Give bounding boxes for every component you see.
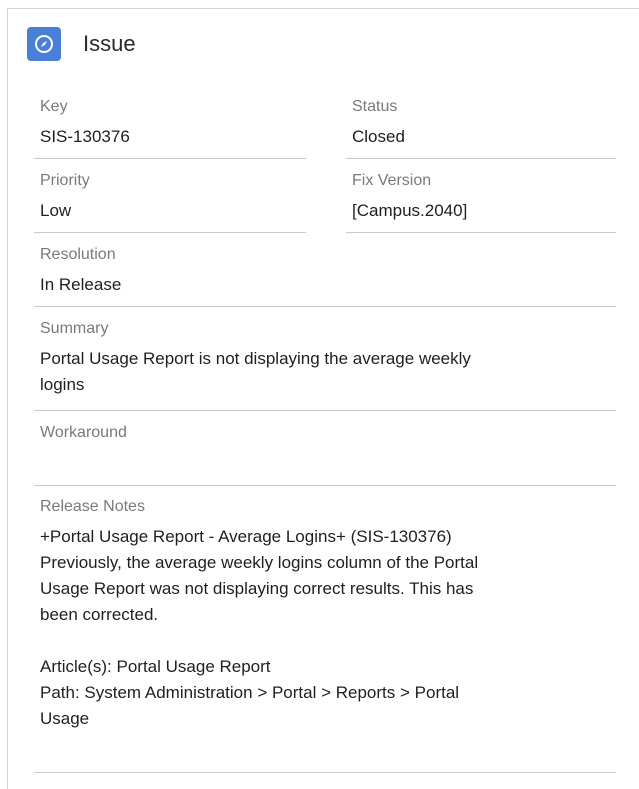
priority-field: Priority Low bbox=[40, 170, 306, 224]
priority-label: Priority bbox=[40, 172, 90, 189]
workaround-field: Workaround bbox=[40, 422, 616, 450]
key-field: Key SIS-130376 bbox=[40, 96, 306, 150]
divider bbox=[346, 232, 616, 233]
resolution-label: Resolution bbox=[40, 246, 116, 263]
summary-value: Portal Usage Report is not displaying th… bbox=[40, 349, 471, 394]
workaround-label: Workaround bbox=[40, 424, 127, 441]
status-label: Status bbox=[352, 98, 398, 115]
compass-icon bbox=[27, 27, 61, 61]
resolution-value: In Release bbox=[40, 275, 122, 294]
divider bbox=[34, 485, 616, 486]
divider bbox=[34, 410, 616, 411]
divider bbox=[34, 232, 306, 233]
resolution-field: Resolution In Release bbox=[40, 244, 616, 298]
fix-version-value: [Campus.2040] bbox=[352, 201, 468, 220]
fix-version-field: Fix Version [Campus.2040] bbox=[352, 170, 616, 224]
status-value: Closed bbox=[352, 127, 405, 146]
release-notes-field: Release Notes +Portal Usage Report - Ave… bbox=[40, 496, 616, 732]
issue-title: Issue bbox=[83, 31, 136, 56]
divider bbox=[34, 158, 306, 159]
release-notes-label: Release Notes bbox=[40, 498, 145, 515]
divider bbox=[34, 306, 616, 307]
issue-header: Issue bbox=[27, 24, 136, 64]
status-field: Status Closed bbox=[352, 96, 616, 150]
divider bbox=[34, 772, 616, 773]
summary-label: Summary bbox=[40, 320, 109, 337]
fix-version-label: Fix Version bbox=[352, 172, 432, 189]
priority-value: Low bbox=[40, 201, 72, 220]
key-value: SIS-130376 bbox=[40, 127, 130, 146]
key-label: Key bbox=[40, 98, 68, 115]
summary-field: Summary Portal Usage Report is not displ… bbox=[40, 318, 616, 398]
divider bbox=[346, 158, 616, 159]
release-notes-value: +Portal Usage Report - Average Logins+ (… bbox=[40, 527, 479, 728]
